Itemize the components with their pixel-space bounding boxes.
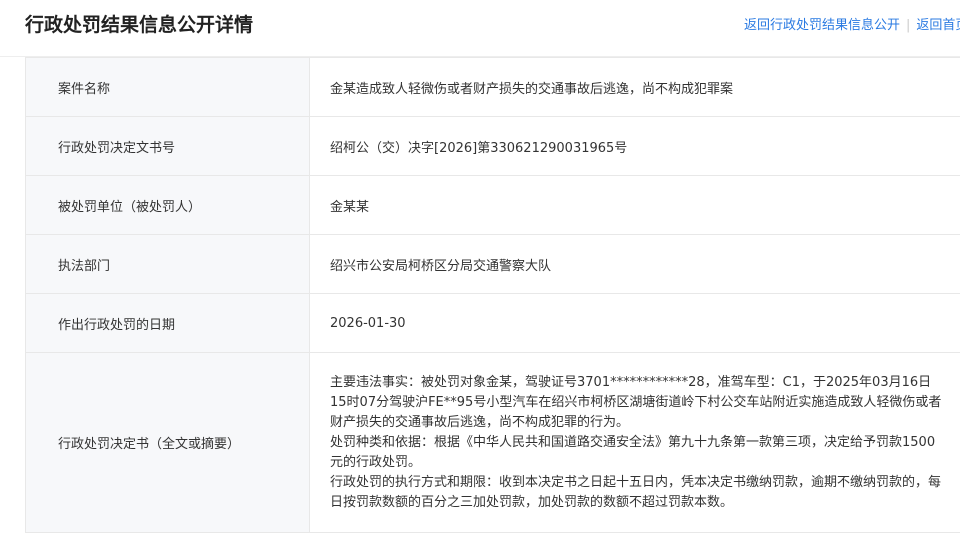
table-row: 作出行政处罚的日期 2026-01-30 [25, 293, 960, 353]
table-row: 行政处罚决定文书号 绍柯公（交）决字[2026]第330621290031965号 [25, 116, 960, 176]
row-label: 行政处罚决定文书号 [25, 116, 310, 176]
decision-paragraph: 处罚种类和依据：根据《中华人民共和国道路交通安全法》第九十九条第一款第三项，决定… [330, 434, 936, 470]
header-links: 返回行政处罚结果信息公开 | 返回首页 [744, 14, 960, 33]
row-label: 执法部门 [25, 234, 310, 294]
detail-table: 案件名称 金某造成致人轻微伤或者财产损失的交通事故后逃逸，尚不构成犯罪案 行政处罚… [25, 57, 960, 533]
table-row: 执法部门 绍兴市公安局柯桥区分局交通警察大队 [25, 234, 960, 294]
row-label: 行政处罚决定书（全文或摘要） [25, 352, 310, 533]
back-to-home-link[interactable]: 返回首页 [916, 18, 960, 33]
decision-paragraph: 主要违法事实：被处罚对象金某，驾驶证号3701************28，准驾… [330, 374, 942, 430]
link-divider: | [906, 18, 911, 33]
row-value: 绍柯公（交）决字[2026]第330621290031965号 [309, 116, 960, 176]
row-label: 被处罚单位（被处罚人） [25, 175, 310, 235]
table-row: 行政处罚决定书（全文或摘要） 主要违法事实：被处罚对象金某，驾驶证号3701**… [25, 352, 960, 533]
decision-text: 主要违法事实：被处罚对象金某，驾驶证号3701************28，准驾… [309, 352, 960, 533]
row-label: 作出行政处罚的日期 [25, 293, 310, 353]
row-value: 2026-01-30 [309, 293, 960, 353]
row-value: 金某造成致人轻微伤或者财产损失的交通事故后逃逸，尚不构成犯罪案 [309, 57, 960, 117]
table-row: 案件名称 金某造成致人轻微伤或者财产损失的交通事故后逃逸，尚不构成犯罪案 [25, 57, 960, 117]
row-value: 绍兴市公安局柯桥区分局交通警察大队 [309, 234, 960, 294]
row-label: 案件名称 [25, 57, 310, 117]
page-title: 行政处罚结果信息公开详情 [25, 14, 254, 36]
back-to-list-link[interactable]: 返回行政处罚结果信息公开 [744, 18, 900, 33]
decision-paragraph: 行政处罚的执行方式和期限：收到本决定书之日起十五日内，凭本决定书缴纳罚款，逾期不… [330, 474, 942, 510]
row-value: 金某某 [309, 175, 960, 235]
table-row: 被处罚单位（被处罚人） 金某某 [25, 175, 960, 235]
